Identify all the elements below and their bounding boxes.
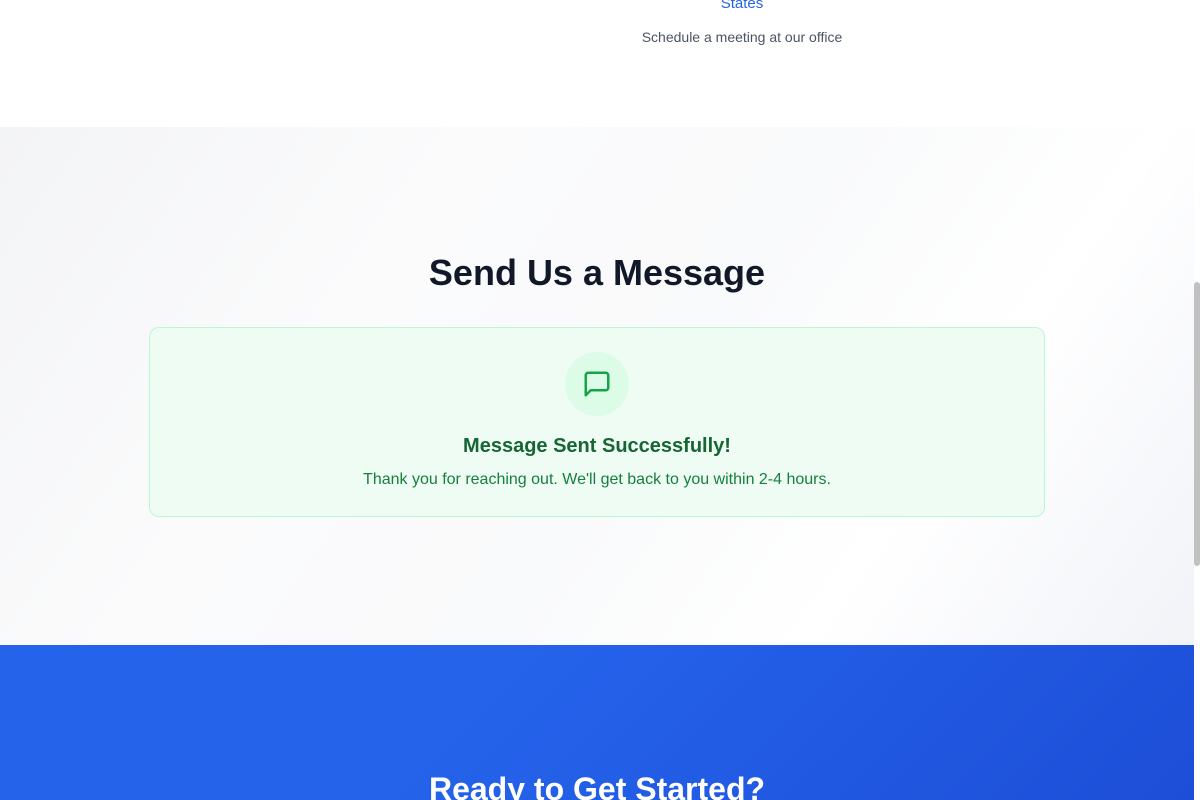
success-icon-circle — [565, 352, 629, 416]
cta-section: Ready to Get Started? — [0, 645, 1194, 800]
office-address-link[interactable]: States — [642, 0, 842, 14]
success-message-card: Message Sent Successfully! Thank you for… — [149, 327, 1045, 517]
success-title: Message Sent Successfully! — [463, 435, 731, 457]
message-section-title: Send Us a Message — [428, 252, 766, 293]
office-section: States Schedule a meeting at our office — [0, 0, 1194, 127]
office-description: Schedule a meeting at our office — [641, 29, 843, 45]
page: States Schedule a meeting at our office … — [0, 0, 1200, 800]
cta-title: Ready to Get Started? — [428, 771, 766, 800]
message-section: Send Us a Message Message Sent Successfu… — [0, 127, 1194, 645]
page-scrollbar[interactable] — [1194, 0, 1200, 800]
message-square-icon — [584, 371, 610, 397]
scrollbar-thumb[interactable] — [1194, 282, 1200, 566]
success-text: Thank you for reaching out. We'll get ba… — [363, 471, 831, 488]
